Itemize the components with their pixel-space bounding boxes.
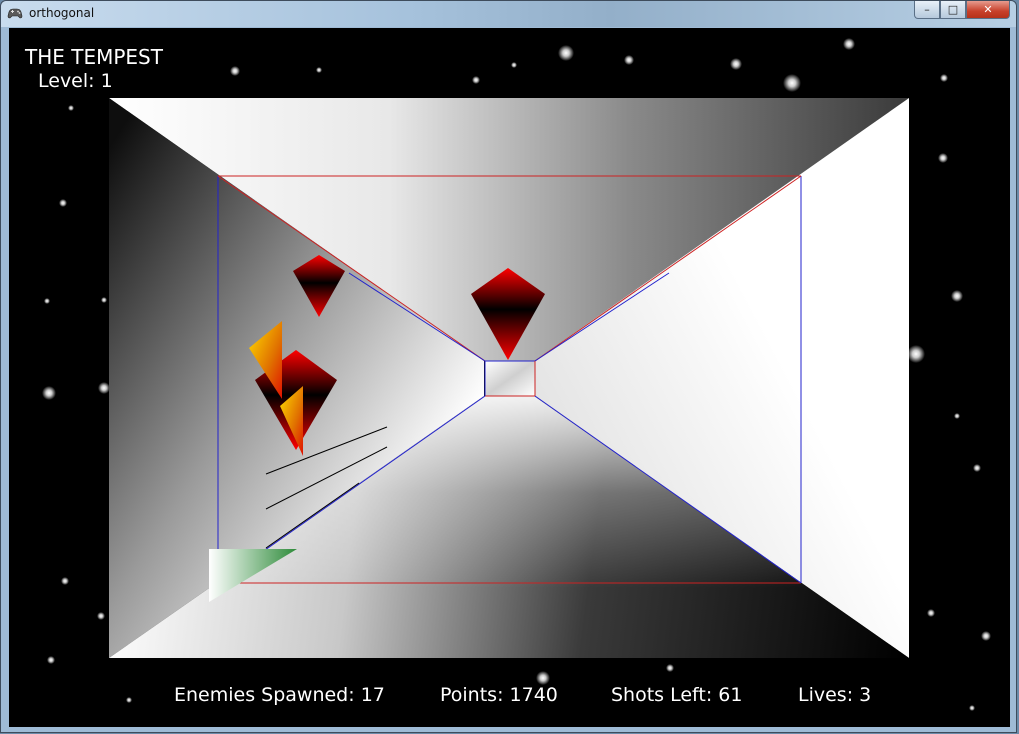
star [68, 105, 74, 111]
star [843, 38, 855, 50]
minimize-button[interactable]: – [914, 1, 940, 19]
star [42, 386, 56, 400]
star [230, 66, 240, 76]
star [730, 58, 742, 70]
star [97, 612, 105, 620]
star [316, 67, 322, 73]
star [969, 705, 975, 711]
star [927, 609, 935, 617]
window-title: orthogonal [29, 6, 95, 20]
star [981, 631, 991, 641]
star [472, 76, 480, 84]
game-scene [42, 38, 991, 711]
game-canvas[interactable]: THE TEMPEST Level: 1 Enemies Spawned: 17… [9, 28, 1010, 727]
game-title: THE TEMPEST [25, 45, 163, 69]
star [954, 413, 960, 419]
star [624, 55, 634, 65]
close-button[interactable]: ✕ [966, 1, 1010, 19]
star [973, 464, 981, 472]
star [98, 382, 110, 394]
star [44, 298, 50, 304]
star [59, 199, 67, 207]
title-bar[interactable]: orthogonal – □ ✕ [1, 1, 1016, 27]
star [940, 74, 948, 82]
star [511, 62, 517, 68]
star [907, 345, 925, 363]
star [47, 656, 55, 664]
star [666, 664, 674, 672]
window-controls: – □ ✕ [914, 1, 1010, 21]
enemies-spawned-counter: Enemies Spawned: 17 [174, 684, 385, 706]
points-counter: Points: 1740 [440, 684, 558, 706]
star [61, 577, 69, 585]
maximize-button[interactable]: □ [940, 1, 966, 19]
star [938, 153, 948, 163]
star [126, 697, 132, 703]
star [101, 297, 107, 303]
shots-left-counter: Shots Left: 61 [611, 684, 743, 706]
lives-counter: Lives: 3 [798, 684, 872, 706]
app-window: orthogonal – □ ✕ THE TEMPEST Level: 1 En… [0, 0, 1017, 733]
level-indicator: Level: 1 [38, 70, 113, 92]
star [783, 74, 801, 92]
game-controller-icon [7, 8, 23, 19]
star [558, 45, 574, 61]
star [536, 671, 550, 685]
tunnel-center-square [485, 361, 535, 396]
star [951, 290, 963, 302]
